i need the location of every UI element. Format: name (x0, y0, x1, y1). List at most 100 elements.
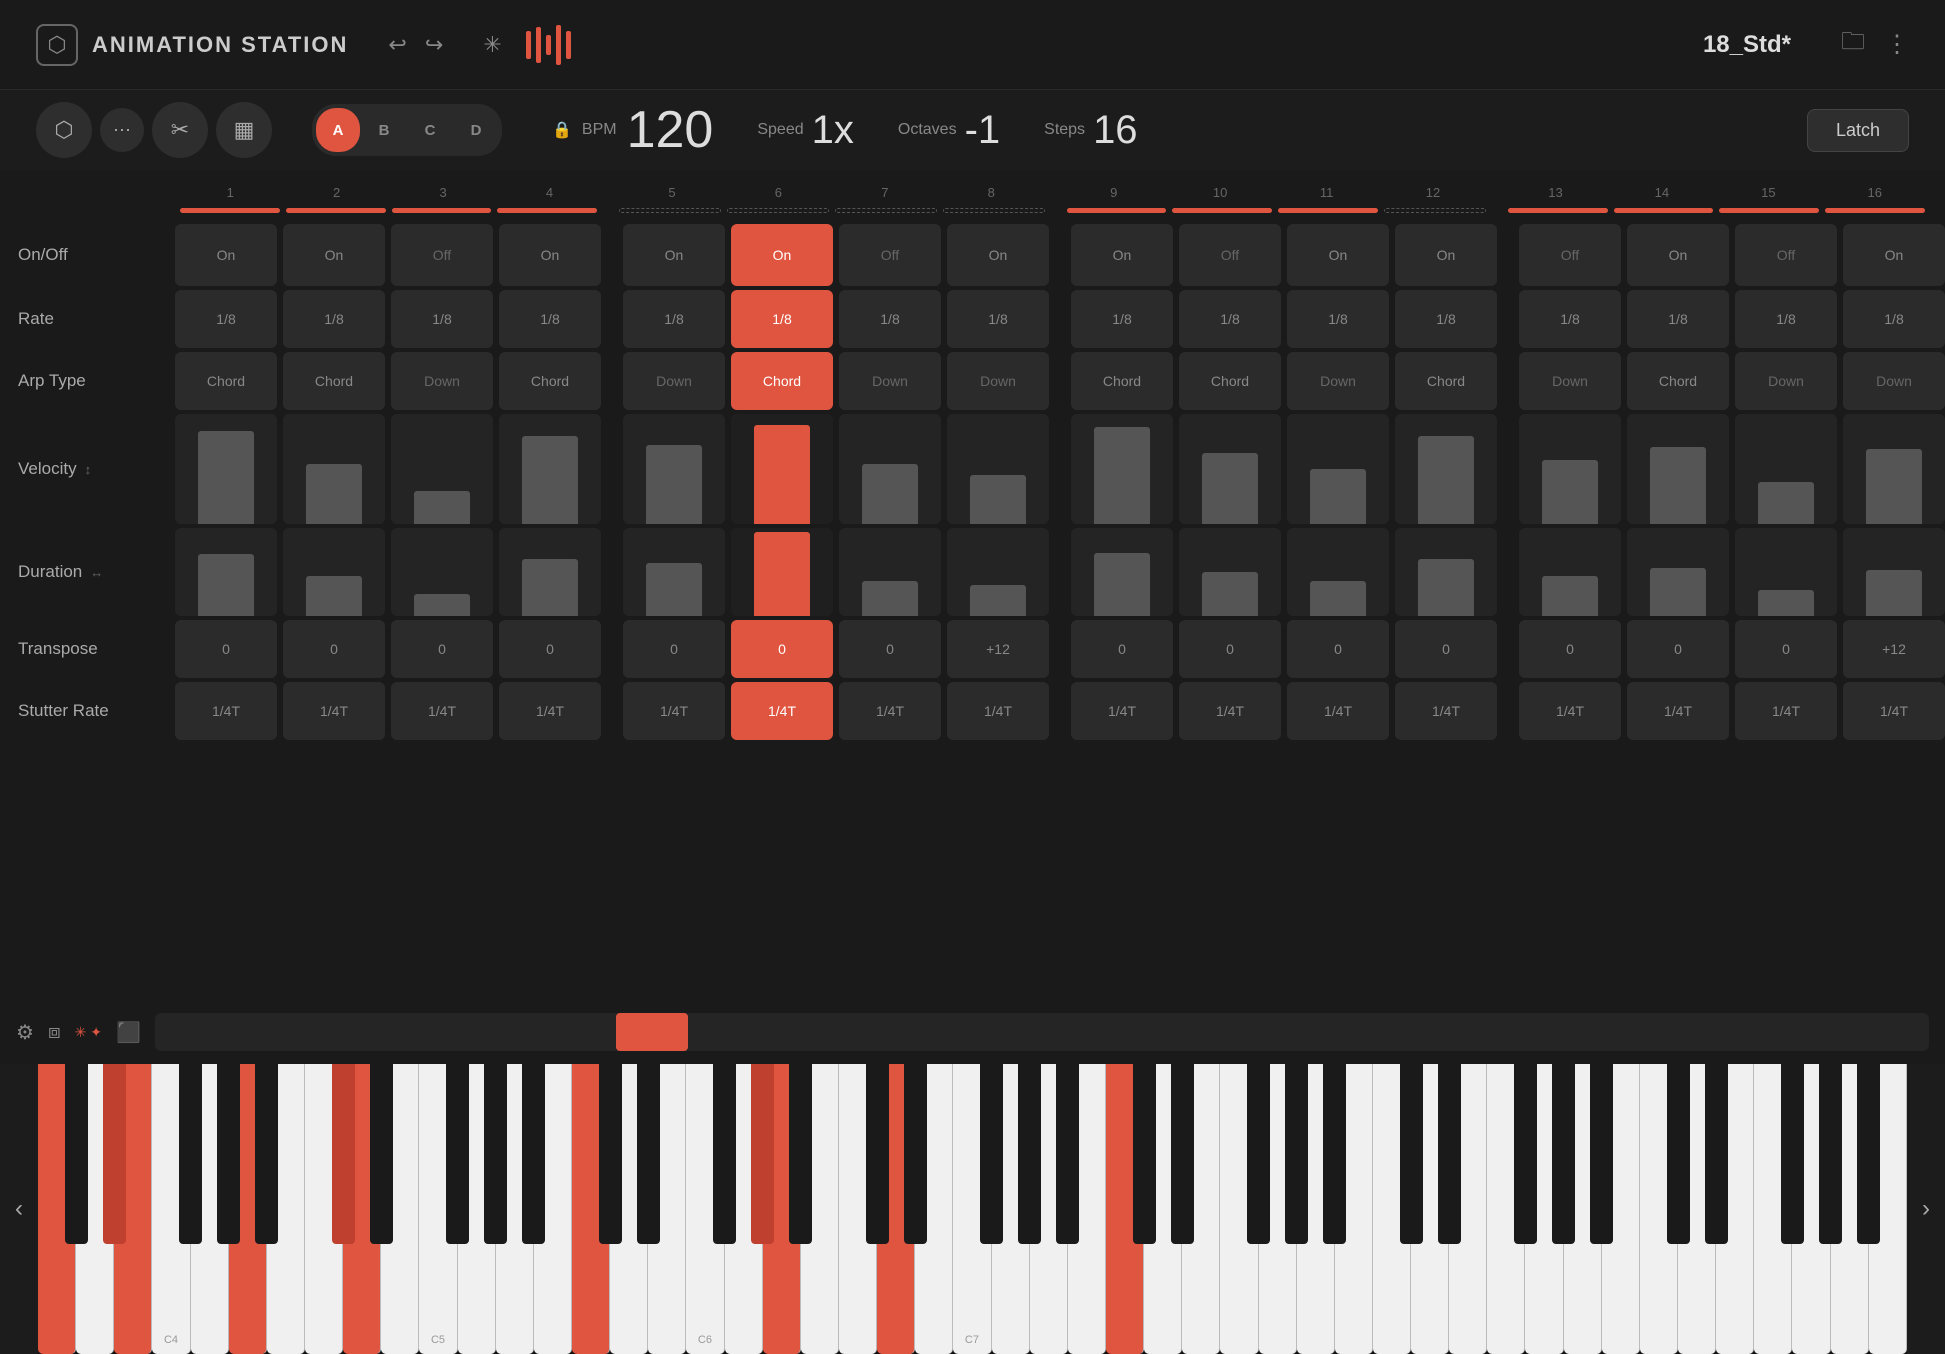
cell-velocity-7[interactable] (839, 414, 941, 524)
cell-rate-6[interactable]: 1/8 (731, 290, 833, 348)
cell-arp_type-10[interactable]: Chord (1179, 352, 1281, 410)
cell-transpose-4[interactable]: 0 (499, 620, 601, 678)
more-icon[interactable]: ⋮ (1885, 30, 1909, 59)
black-key-11[interactable] (637, 1064, 660, 1244)
cell-duration-16[interactable] (1843, 528, 1945, 616)
black-key-21[interactable] (1171, 1064, 1194, 1244)
cell-on_off-3[interactable]: Off (391, 224, 493, 286)
cell-transpose-12[interactable]: 0 (1395, 620, 1497, 678)
black-key-20[interactable] (1133, 1064, 1156, 1244)
cell-rate-11[interactable]: 1/8 (1287, 290, 1389, 348)
undo-button[interactable]: ↩ (388, 32, 406, 58)
cell-velocity-16[interactable] (1843, 414, 1945, 524)
cell-on_off-15[interactable]: Off (1735, 224, 1837, 286)
cell-arp_type-9[interactable]: Chord (1071, 352, 1173, 410)
cell-arp_type-1[interactable]: Chord (175, 352, 277, 410)
cell-transpose-2[interactable]: 0 (283, 620, 385, 678)
black-key-27[interactable] (1514, 1064, 1537, 1244)
black-key-19[interactable] (1056, 1064, 1079, 1244)
cell-rate-15[interactable]: 1/8 (1735, 290, 1837, 348)
mini-keys-icon[interactable]: ⬛ (116, 1020, 141, 1045)
cell-transpose-16[interactable]: +12 (1843, 620, 1945, 678)
cell-rate-13[interactable]: 1/8 (1519, 290, 1621, 348)
black-key-14[interactable] (789, 1064, 812, 1244)
cell-velocity-3[interactable] (391, 414, 493, 524)
cell-velocity-13[interactable] (1519, 414, 1621, 524)
cell-on_off-11[interactable]: On (1287, 224, 1389, 286)
redo-button[interactable]: ↪ (425, 32, 443, 58)
cell-stutter_rate-6[interactable]: 1/4T (731, 682, 833, 740)
cell-rate-3[interactable]: 1/8 (391, 290, 493, 348)
cell-arp_type-6[interactable]: Chord (731, 352, 833, 410)
octaves-value[interactable]: -1 (965, 108, 1001, 153)
cell-stutter_rate-1[interactable]: 1/4T (175, 682, 277, 740)
black-key-1[interactable] (103, 1064, 126, 1244)
cell-velocity-5[interactable] (623, 414, 725, 524)
black-key-17[interactable] (980, 1064, 1003, 1244)
cell-on_off-5[interactable]: On (623, 224, 725, 286)
black-key-22[interactable] (1247, 1064, 1270, 1244)
cell-arp_type-3[interactable]: Down (391, 352, 493, 410)
cell-duration-13[interactable] (1519, 528, 1621, 616)
cell-arp_type-7[interactable]: Down (839, 352, 941, 410)
cell-rate-2[interactable]: 1/8 (283, 290, 385, 348)
cell-rate-4[interactable]: 1/8 (499, 290, 601, 348)
bpm-value[interactable]: 120 (627, 104, 714, 156)
speed-value[interactable]: 1x (812, 108, 854, 153)
cell-on_off-9[interactable]: On (1071, 224, 1173, 286)
pattern-tab-a[interactable]: A (316, 108, 360, 152)
black-key-9[interactable] (522, 1064, 545, 1244)
cell-duration-6[interactable] (731, 528, 833, 616)
cell-duration-2[interactable] (283, 528, 385, 616)
chart-button[interactable]: ▦ (216, 102, 272, 158)
black-key-16[interactable] (904, 1064, 927, 1244)
cell-stutter_rate-2[interactable]: 1/4T (283, 682, 385, 740)
cell-stutter_rate-11[interactable]: 1/4T (1287, 682, 1389, 740)
black-key-10[interactable] (599, 1064, 622, 1244)
cell-arp_type-8[interactable]: Down (947, 352, 1049, 410)
black-key-28[interactable] (1552, 1064, 1575, 1244)
scissors-button[interactable]: ✂ (152, 102, 208, 158)
cell-velocity-9[interactable] (1071, 414, 1173, 524)
cell-velocity-12[interactable] (1395, 414, 1497, 524)
cell-rate-10[interactable]: 1/8 (1179, 290, 1281, 348)
cell-duration-5[interactable] (623, 528, 725, 616)
cell-on_off-8[interactable]: On (947, 224, 1049, 286)
cell-stutter_rate-4[interactable]: 1/4T (499, 682, 601, 740)
cell-on_off-16[interactable]: On (1843, 224, 1945, 286)
black-key-18[interactable] (1018, 1064, 1041, 1244)
cell-rate-12[interactable]: 1/8 (1395, 290, 1497, 348)
cell-arp_type-15[interactable]: Down (1735, 352, 1837, 410)
cell-stutter_rate-8[interactable]: 1/4T (947, 682, 1049, 740)
cell-duration-12[interactable] (1395, 528, 1497, 616)
cell-duration-14[interactable] (1627, 528, 1729, 616)
cell-stutter_rate-9[interactable]: 1/4T (1071, 682, 1173, 740)
cell-duration-4[interactable] (499, 528, 601, 616)
black-key-25[interactable] (1400, 1064, 1423, 1244)
cell-transpose-3[interactable]: 0 (391, 620, 493, 678)
black-key-32[interactable] (1781, 1064, 1804, 1244)
cell-rate-16[interactable]: 1/8 (1843, 290, 1945, 348)
black-key-0[interactable] (65, 1064, 88, 1244)
cell-transpose-8[interactable]: +12 (947, 620, 1049, 678)
cell-velocity-14[interactable] (1627, 414, 1729, 524)
cell-arp_type-5[interactable]: Down (623, 352, 725, 410)
cell-rate-14[interactable]: 1/8 (1627, 290, 1729, 348)
black-key-12[interactable] (713, 1064, 736, 1244)
cell-on_off-14[interactable]: On (1627, 224, 1729, 286)
cell-duration-15[interactable] (1735, 528, 1837, 616)
cell-stutter_rate-3[interactable]: 1/4T (391, 682, 493, 740)
cell-rate-1[interactable]: 1/8 (175, 290, 277, 348)
cell-transpose-15[interactable]: 0 (1735, 620, 1837, 678)
black-key-29[interactable] (1590, 1064, 1613, 1244)
cell-duration-1[interactable] (175, 528, 277, 616)
black-key-8[interactable] (484, 1064, 507, 1244)
cell-duration-9[interactable] (1071, 528, 1173, 616)
black-key-33[interactable] (1819, 1064, 1842, 1244)
cell-arp_type-16[interactable]: Down (1843, 352, 1945, 410)
cell-velocity-8[interactable] (947, 414, 1049, 524)
cell-velocity-4[interactable] (499, 414, 601, 524)
cell-stutter_rate-10[interactable]: 1/4T (1179, 682, 1281, 740)
piano-roll-icon[interactable]: ⧈ (48, 1021, 61, 1044)
cell-transpose-10[interactable]: 0 (1179, 620, 1281, 678)
